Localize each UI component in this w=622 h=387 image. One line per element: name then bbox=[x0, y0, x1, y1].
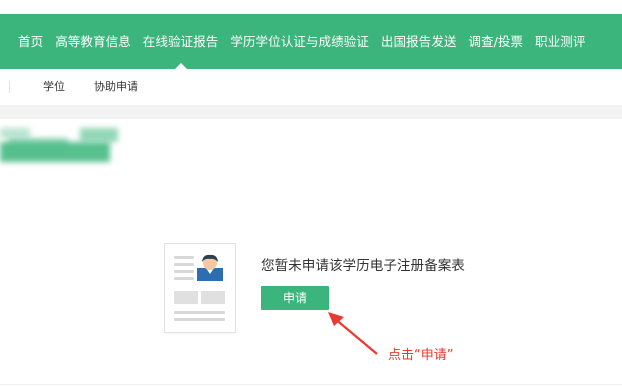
nav-item-home[interactable]: 首页 bbox=[0, 14, 49, 69]
apply-button[interactable]: 申请 bbox=[261, 286, 329, 310]
nav-item-higher-education[interactable]: 高等教育信息 bbox=[49, 14, 137, 69]
bottom-divider bbox=[0, 384, 622, 385]
section-divider bbox=[0, 105, 622, 119]
nav-item-online-verification[interactable]: 在线验证报告 bbox=[137, 14, 225, 69]
document-illustration bbox=[164, 243, 236, 333]
empty-state-message: 您暂未申请该学历电子注册备案表 bbox=[261, 258, 465, 274]
user-avatar-icon bbox=[197, 254, 223, 281]
nav-item-survey-vote[interactable]: 调查/投票 bbox=[462, 14, 529, 69]
top-nav-bar: 首页 高等教育信息 在线验证报告 学历学位认证与成绩验证 出国报告发送 调查/投… bbox=[0, 14, 622, 69]
sub-nav: 学位 协助申请 bbox=[0, 69, 622, 105]
annotation-arrow-icon bbox=[328, 312, 378, 355]
nav-item-overseas-report[interactable]: 出国报告发送 bbox=[375, 14, 463, 69]
subnav-divider bbox=[9, 81, 10, 93]
main-nav: 首页 高等教育信息 在线验证报告 学历学位认证与成绩验证 出国报告发送 调查/投… bbox=[0, 14, 591, 69]
redacted-content bbox=[0, 128, 120, 168]
annotation-hint: 点击“申请” bbox=[388, 348, 454, 363]
nav-item-career-assessment[interactable]: 职业测评 bbox=[529, 14, 591, 69]
subnav-item-assisted-application[interactable]: 协助申请 bbox=[94, 69, 138, 105]
nav-item-degree-certification[interactable]: 学历学位认证与成绩验证 bbox=[224, 14, 375, 69]
subnav-item-degree[interactable]: 学位 bbox=[43, 69, 65, 105]
